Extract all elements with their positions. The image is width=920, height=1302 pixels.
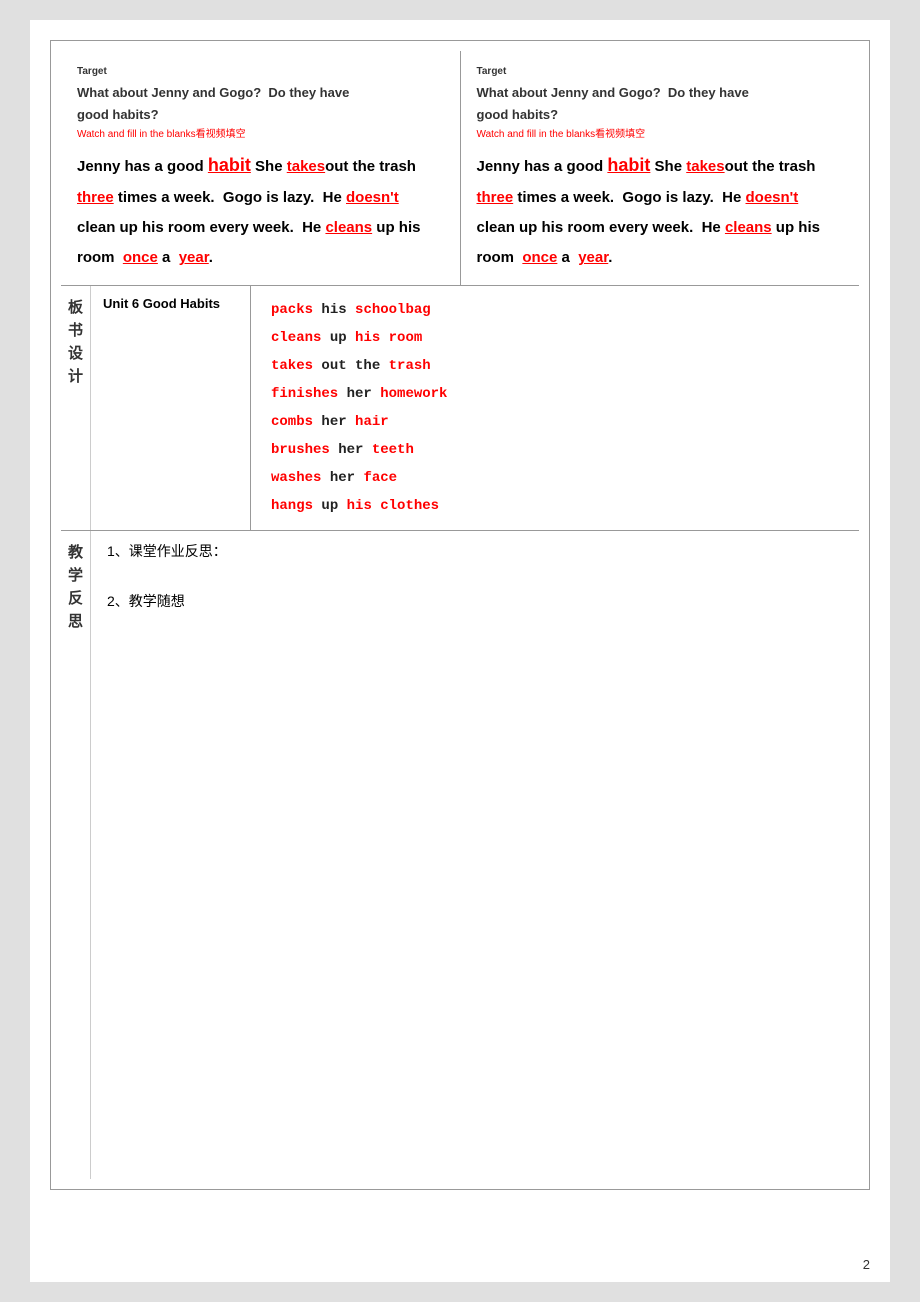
board-side-label: 板 书 设 计 [61,286,91,530]
fill-text-1: Jenny has a good habit She takesout the … [77,147,444,273]
vocab-line-3: takes out the trash [271,352,839,380]
reflection-item-2-label: 2、教学随想 [107,591,843,611]
vocab-line-8: hangs up his clothes [271,492,839,520]
unit-cell: Unit 6 Good Habits [91,286,251,530]
reflection-item-1-label: 1、课堂作业反思： [107,541,843,561]
vocab-line-7: washes her face [271,464,839,492]
board-content: Unit 6 Good Habits packs his schoolbag c… [91,286,859,530]
target-title-1: What about Jenny and Gogo? Do they haveg… [77,82,444,126]
main-border: Target What about Jenny and Gogo? Do the… [50,40,870,1190]
reflection-char-2: 学 [68,564,83,585]
watch-note-2: Watch and fill in the blanks看视频填空 [477,126,844,143]
fill-text-2: Jenny has a good habit She takesout the … [477,147,844,273]
reflection-section: 教 学 反 思 1、课堂作业反思： 2、教学随想 [61,531,859,1179]
top-section: Target What about Jenny and Gogo? Do the… [61,51,859,286]
reflection-item-2: 2、教学随想 [107,591,843,611]
vocab-line-2: cleans up his room [271,324,839,352]
vocab-cell: packs his schoolbag cleans up his room t… [251,286,859,530]
reflection-char-1: 教 [68,541,83,562]
reflection-char-4: 思 [68,610,83,631]
reflection-char-3: 反 [68,587,83,608]
board-char-2: 书 [68,319,83,340]
board-char-3: 设 [68,342,83,363]
target-box-2: Target What about Jenny and Gogo? Do the… [461,51,860,285]
target-title-2: What about Jenny and Gogo? Do they haveg… [477,82,844,126]
board-char-1: 板 [68,296,83,317]
board-section: 板 书 设 计 Unit 6 Good Habits packs his sch… [61,286,859,531]
vocab-line-6: brushes her teeth [271,436,839,464]
reflection-side-label: 教 学 反 思 [61,531,91,1179]
vocab-line-1: packs his schoolbag [271,296,839,324]
page: Target What about Jenny and Gogo? Do the… [30,20,890,1282]
vocab-line-4: finishes her homework [271,380,839,408]
target-label-2: Target [477,63,844,80]
reflection-item-1: 1、课堂作业反思： [107,541,843,561]
reflection-content: 1、课堂作业反思： 2、教学随想 [91,531,859,1179]
target-label-1: Target [77,63,444,80]
board-char-4: 计 [68,365,83,386]
watch-note-1: Watch and fill in the blanks看视频填空 [77,126,444,143]
target-box-1: Target What about Jenny and Gogo? Do the… [61,51,461,285]
vocab-line-5: combs her hair [271,408,839,436]
page-number: 2 [863,1257,870,1272]
